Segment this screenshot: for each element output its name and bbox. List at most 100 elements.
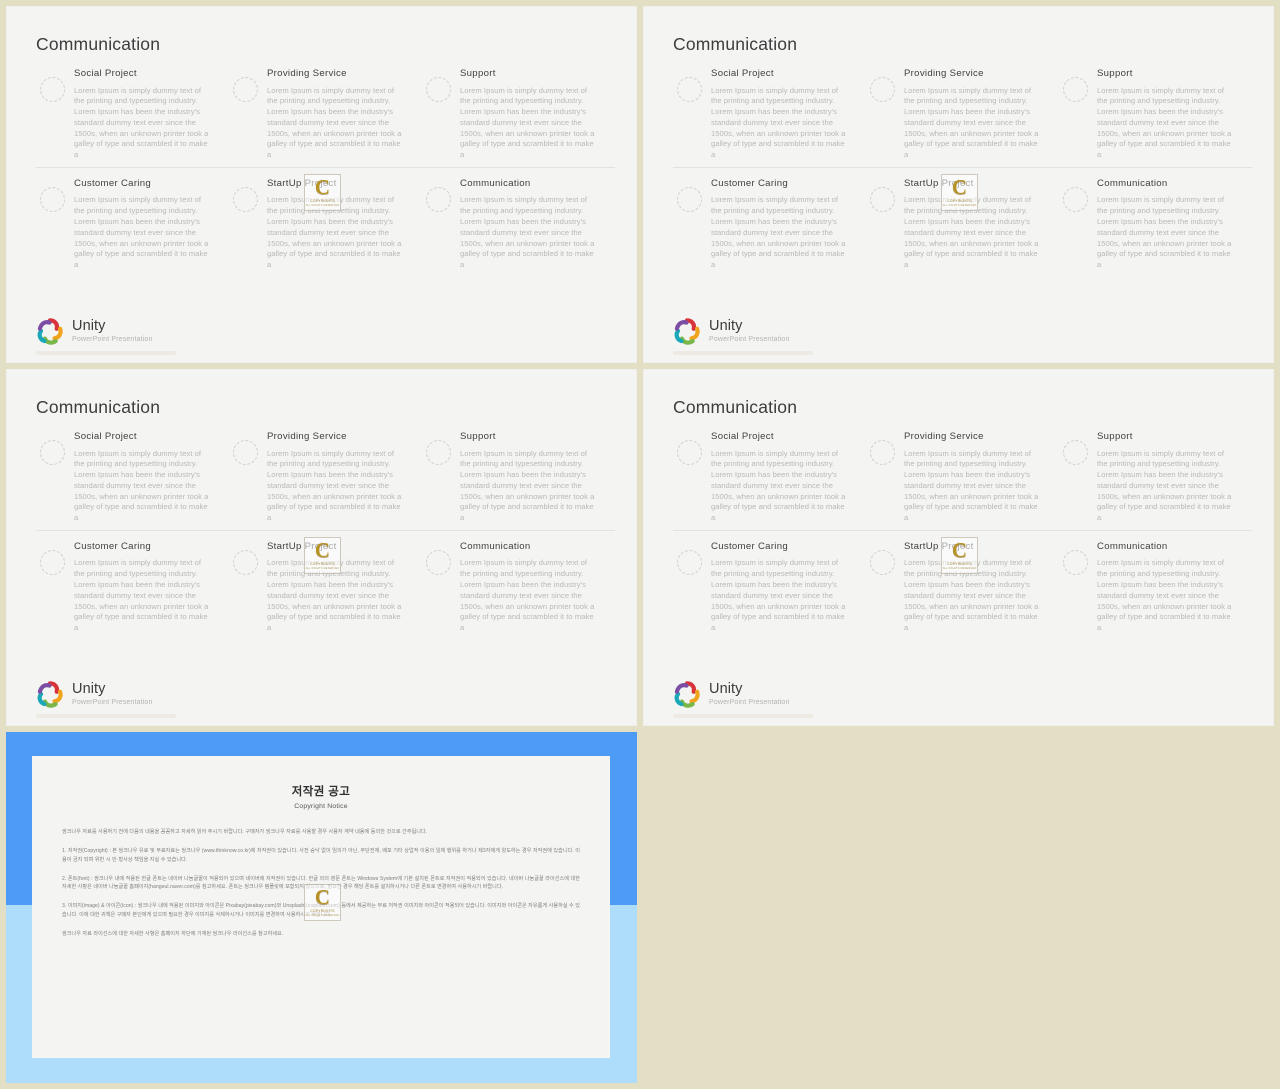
footer-accent-bar	[673, 714, 813, 718]
dashed-circle-icon	[232, 549, 258, 575]
feature-cell[interactable]: Providing Service Lorem Ipsum is simply …	[228, 431, 422, 531]
brand-name: Unity	[709, 681, 743, 698]
feature-body: Lorem Ipsum is simply dummy text of the …	[1096, 195, 1232, 270]
brand-tagline: PowerPoint Presentation	[72, 698, 153, 706]
brand-tagline: PowerPoint Presentation	[72, 335, 153, 343]
slide-thumbnail-2[interactable]: Communication Social Project Lorem Ipsum…	[643, 6, 1274, 363]
brand-tagline: PowerPoint Presentation	[709, 698, 790, 706]
dashed-circle-icon	[40, 77, 65, 102]
feature-body: Lorem Ipsum is simply dummy text of the …	[74, 448, 209, 523]
page-title: Communication	[673, 34, 798, 54]
feature-cell[interactable]: Providing Service Lorem Ipsum is simply …	[865, 68, 1059, 168]
feature-row-2: Customer Caring Lorem Ipsum is simply du…	[36, 178, 615, 277]
feature-cell[interactable]: Support Lorem Ipsum is simply dummy text…	[1058, 431, 1252, 531]
feature-cell[interactable]: Support Lorem Ipsum is simply dummy text…	[1058, 68, 1252, 168]
feature-body: Lorem Ipsum is simply dummy text of the …	[266, 558, 402, 633]
feature-body: Lorem Ipsum is simply dummy text of the …	[266, 85, 402, 160]
feature-body: Lorem Ipsum is simply dummy text of the …	[74, 85, 209, 160]
feature-heading: Communication	[1096, 177, 1168, 189]
feature-body: Lorem Ipsum is simply dummy text of the …	[459, 85, 595, 160]
brand-name: Unity	[72, 681, 106, 698]
dashed-circle-icon	[869, 186, 895, 212]
slide-thumbnail-grid: Communication Social Project Lorem Ipsum…	[0, 0, 1280, 1089]
feature-body: Lorem Ipsum is simply dummy text of the …	[74, 195, 209, 270]
feature-cell[interactable]: Communication Lorem Ipsum is simply dumm…	[422, 178, 615, 277]
copyright-paragraph: 씽크나우 자료 라이선스에 대한 자세한 사항은 홈페이지 하단에 기재된 씽크…	[62, 930, 284, 937]
feature-cell[interactable]: Providing Service Lorem Ipsum is simply …	[228, 68, 422, 168]
feature-body: Lorem Ipsum is simply dummy text of the …	[459, 448, 595, 523]
feature-cell[interactable]: Support Lorem Ipsum is simply dummy text…	[421, 431, 615, 531]
feature-cell[interactable]: Providing Service Lorem Ipsum is simply …	[865, 431, 1059, 531]
slide-footer: Unity PowerPoint Presentation	[36, 317, 153, 345]
pinwheel-star-logo-icon	[673, 680, 701, 708]
brand-block: Unity PowerPoint Presentation	[72, 682, 153, 706]
copyright-subtitle: Copyright Notice	[294, 803, 348, 810]
dashed-circle-icon	[40, 549, 65, 575]
feature-heading: Communication	[459, 177, 531, 189]
feature-heading: StartUp Project	[266, 540, 337, 552]
feature-cell[interactable]: Social Project Lorem Ipsum is simply dum…	[36, 68, 229, 168]
slide-footer: Unity PowerPoint Presentation	[673, 317, 790, 345]
dashed-circle-icon	[1062, 440, 1088, 465]
feature-cell[interactable]: Support Lorem Ipsum is simply dummy text…	[421, 68, 615, 168]
feature-row-1: Social Project Lorem Ipsum is simply dum…	[673, 68, 1252, 168]
feature-grid: Social Project Lorem Ipsum is simply dum…	[36, 431, 615, 640]
feature-cell[interactable]: Social Project Lorem Ipsum is simply dum…	[36, 431, 229, 531]
dashed-circle-icon	[425, 77, 451, 102]
dashed-circle-icon	[1062, 549, 1088, 575]
copyright-paragraph: 씽크나우 자료를 사용하기 전에 다음의 내용을 꼼꼼하고 자세히 읽어 주시기…	[62, 829, 428, 835]
feature-heading: Providing Service	[903, 68, 984, 79]
footer-accent-bar	[36, 714, 176, 718]
feature-heading: Customer Caring	[711, 177, 789, 189]
feature-cell[interactable]: StartUp Project Lorem Ipsum is simply du…	[866, 541, 1059, 640]
feature-heading: StartUp Project	[903, 177, 974, 189]
pinwheel-star-logo-icon	[36, 680, 64, 708]
feature-heading: Support	[1096, 68, 1133, 79]
feature-row-2: Customer Caring Lorem Ipsum is simply du…	[673, 178, 1252, 277]
slide-footer: Unity PowerPoint Presentation	[36, 680, 153, 708]
slide-thumbnail-copyright-notice[interactable]: 저작권 공고 Copyright Notice 씽크나우 자료를 사용하기 전에…	[6, 732, 637, 1083]
feature-cell[interactable]: Social Project Lorem Ipsum is simply dum…	[673, 431, 866, 531]
dashed-circle-icon	[1062, 186, 1088, 212]
slide-thumbnail-1[interactable]: Communication Social Project Lorem Ipsum…	[6, 6, 637, 363]
feature-grid: Social Project Lorem Ipsum is simply dum…	[673, 431, 1252, 640]
dashed-circle-icon	[869, 77, 895, 102]
feature-cell[interactable]: StartUp Project Lorem Ipsum is simply du…	[229, 541, 422, 640]
feature-heading: Communication	[459, 540, 531, 552]
copyright-paragraph: 3. 이미지(image) & 아이콘(icon) : 씽크나우 내에 적용된 …	[62, 903, 580, 918]
page-title: Communication	[673, 397, 798, 417]
dashed-circle-icon	[677, 77, 702, 102]
dashed-circle-icon	[232, 186, 258, 212]
feature-heading: Support	[459, 68, 496, 79]
feature-cell[interactable]: StartUp Project Lorem Ipsum is simply du…	[229, 178, 422, 277]
feature-body: Lorem Ipsum is simply dummy text of the …	[711, 448, 846, 523]
feature-heading: Support	[1096, 431, 1133, 442]
feature-cell[interactable]: Social Project Lorem Ipsum is simply dum…	[673, 68, 866, 168]
feature-row-1: Social Project Lorem Ipsum is simply dum…	[673, 431, 1252, 531]
feature-grid: Social Project Lorem Ipsum is simply dum…	[36, 68, 615, 277]
slide-thumbnail-3[interactable]: Communication Social Project Lorem Ipsum…	[6, 369, 637, 726]
feature-body: Lorem Ipsum is simply dummy text of the …	[903, 195, 1039, 270]
feature-cell[interactable]: StartUp Project Lorem Ipsum is simply du…	[866, 178, 1059, 277]
feature-heading: Communication	[1096, 540, 1168, 552]
feature-cell[interactable]: Customer Caring Lorem Ipsum is simply du…	[673, 178, 866, 277]
feature-heading: Social Project	[711, 431, 774, 442]
feature-cell[interactable]: Communication Lorem Ipsum is simply dumm…	[1059, 541, 1252, 640]
feature-row-1: Social Project Lorem Ipsum is simply dum…	[36, 68, 615, 168]
brand-name: Unity	[709, 318, 743, 335]
feature-body: Lorem Ipsum is simply dummy text of the …	[1096, 448, 1232, 523]
feature-heading: StartUp Project	[903, 540, 974, 552]
feature-heading: Providing Service	[266, 68, 347, 79]
dashed-circle-icon	[40, 440, 65, 465]
copyright-body: 씽크나우 자료를 사용하기 전에 다음의 내용을 꼼꼼하고 자세히 읽어 주시기…	[62, 828, 580, 938]
feature-cell[interactable]: Customer Caring Lorem Ipsum is simply du…	[36, 541, 229, 640]
feature-cell[interactable]: Customer Caring Lorem Ipsum is simply du…	[673, 541, 866, 640]
brand-name: Unity	[72, 318, 106, 335]
feature-heading: StartUp Project	[266, 177, 337, 189]
feature-cell[interactable]: Communication Lorem Ipsum is simply dumm…	[422, 541, 615, 640]
feature-cell[interactable]: Customer Caring Lorem Ipsum is simply du…	[36, 178, 229, 277]
slide-thumbnail-4[interactable]: Communication Social Project Lorem Ipsum…	[643, 369, 1274, 726]
dashed-circle-icon	[425, 549, 451, 575]
feature-heading: Social Project	[74, 431, 137, 442]
feature-cell[interactable]: Communication Lorem Ipsum is simply dumm…	[1059, 178, 1252, 277]
